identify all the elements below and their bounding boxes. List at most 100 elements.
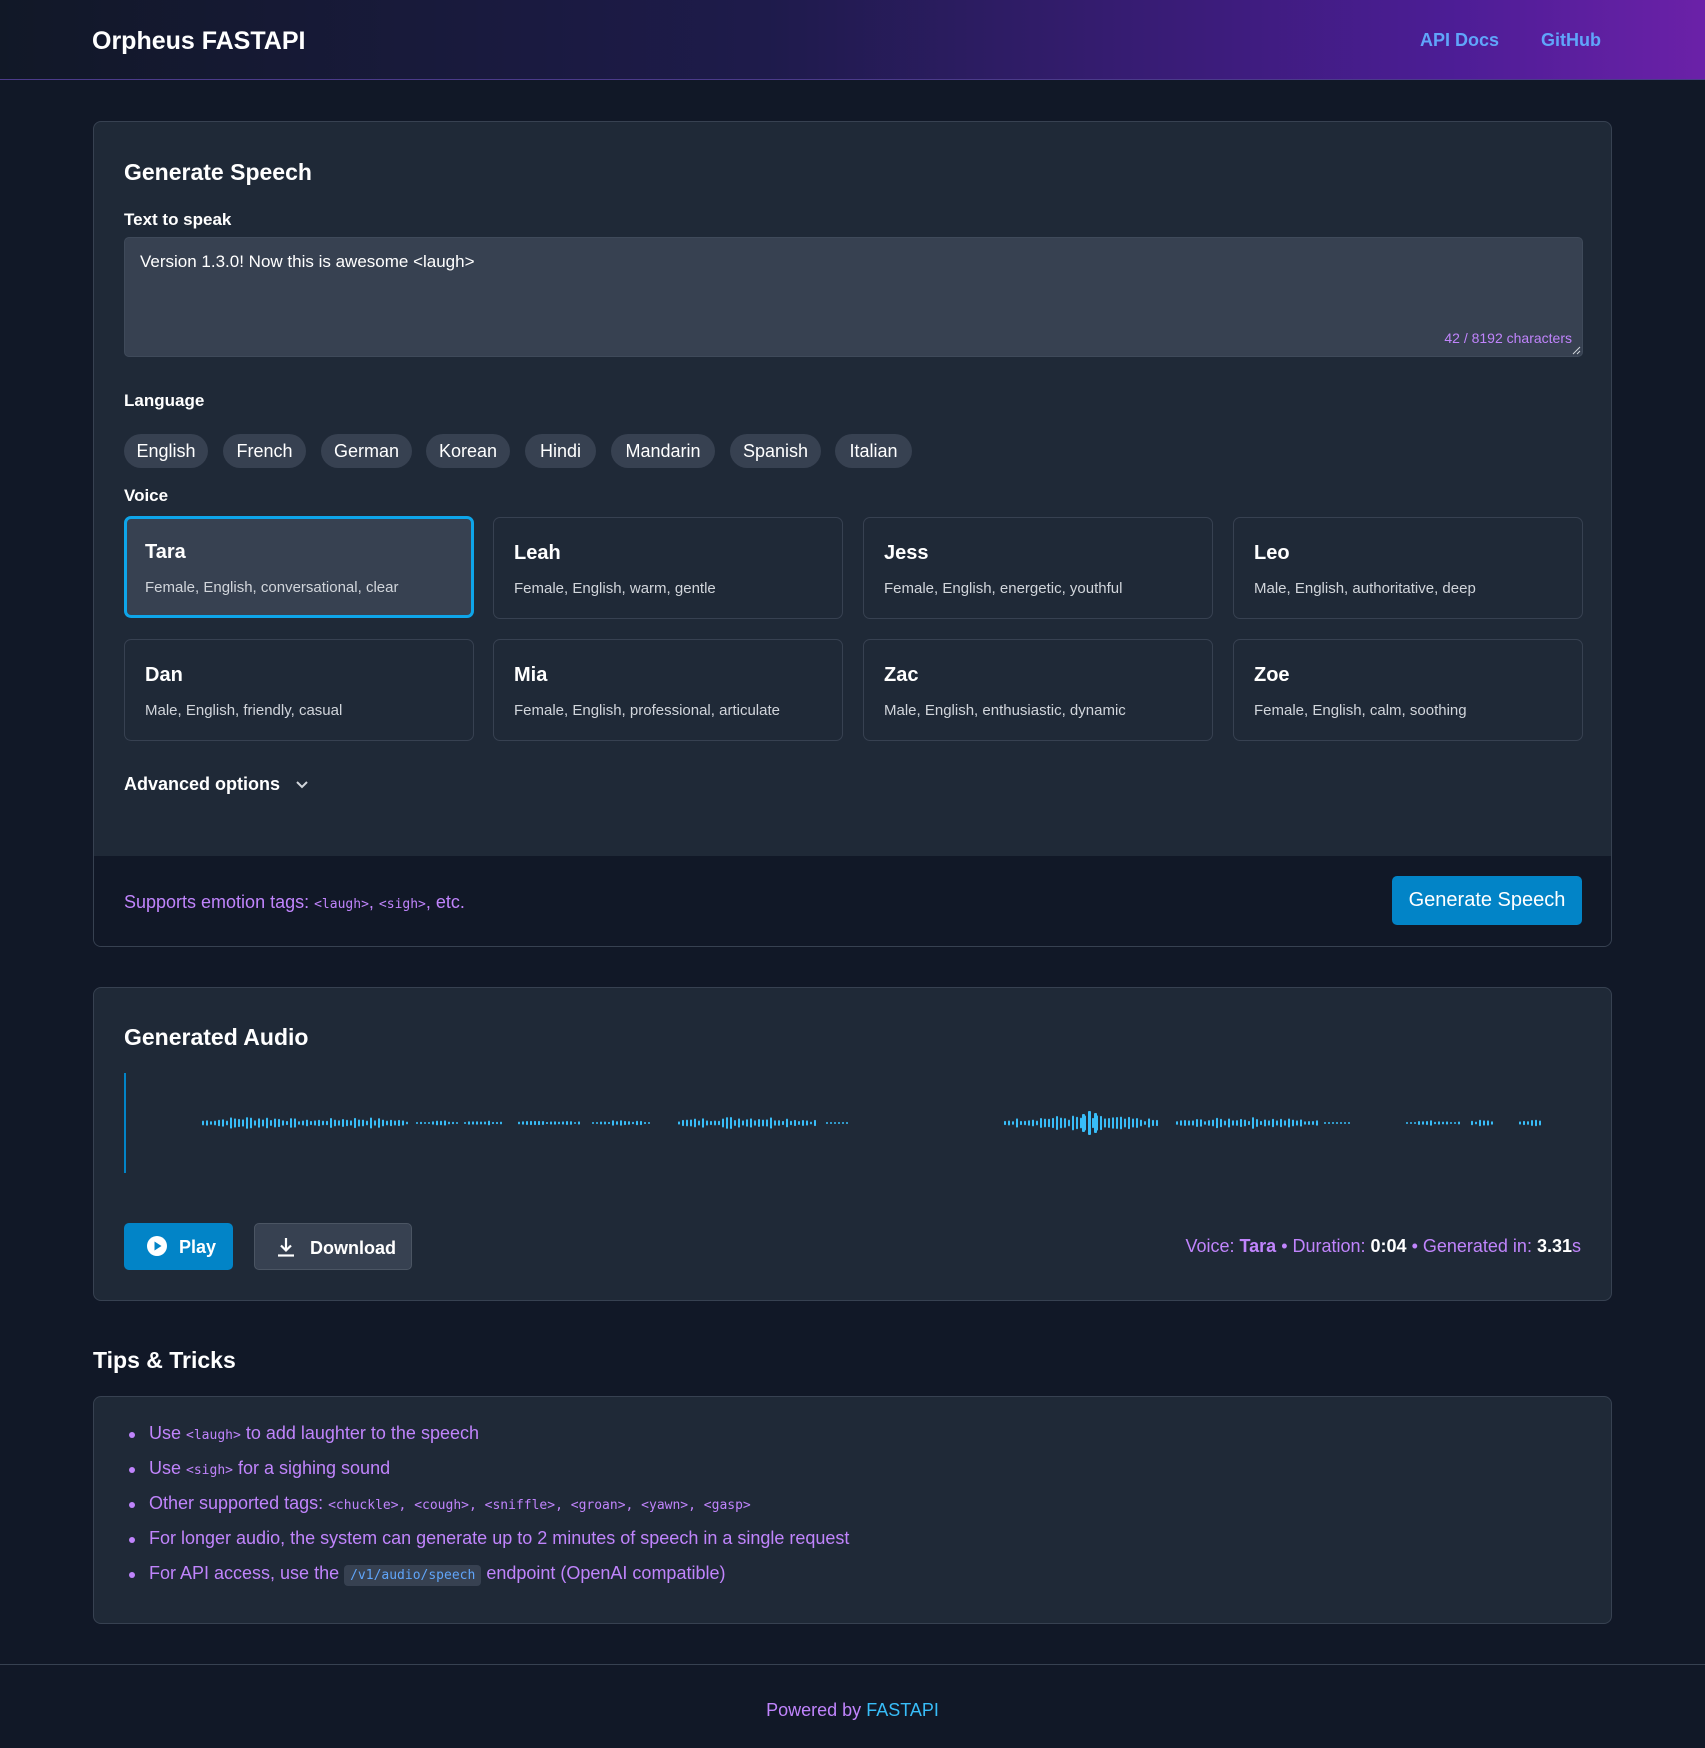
voice-label: Voice [124, 486, 169, 505]
waveform-bar [302, 1120, 304, 1126]
resize-handle-icon[interactable] [1571, 345, 1581, 355]
waveform-bar [1284, 1120, 1286, 1126]
voice-name: Leah [514, 542, 561, 564]
waveform-bar [218, 1119, 220, 1127]
language-option-hindi[interactable]: Hindi [525, 434, 596, 468]
waveform-bar [1100, 1115, 1102, 1131]
waveform-bar [1252, 1117, 1254, 1129]
language-option-german[interactable]: German [321, 434, 412, 468]
generated-audio-card: Generated Audio Play Download Voice: Tar… [93, 987, 1612, 1301]
waveform-bar [722, 1118, 724, 1128]
waveform-bar [538, 1120, 540, 1126]
waveform-bar [682, 1119, 684, 1127]
waveform-bar [694, 1118, 696, 1128]
advanced-options-toggle[interactable]: Advanced options [124, 774, 309, 795]
waveform-bar [310, 1120, 312, 1126]
audio-metadata: Voice: Tara • Duration: 0:04 • Generated… [1185, 1236, 1581, 1257]
voice-card-zoe[interactable]: Zoe Female, English, calm, soothing [1233, 639, 1583, 741]
footer-fastapi-link[interactable]: FASTAPI [866, 1700, 939, 1720]
voice-card-jess[interactable]: Jess Female, English, energetic, youthfu… [863, 517, 1213, 619]
waveform-bar [1531, 1119, 1533, 1127]
waveform-bar [742, 1120, 744, 1126]
waveform-bar [1120, 1116, 1122, 1130]
waveform-bar [1060, 1117, 1062, 1129]
waveform-bar [1024, 1120, 1026, 1126]
waveform-bar [578, 1121, 580, 1125]
language-option-italian[interactable]: Italian [835, 434, 912, 468]
waveform-bar [636, 1120, 638, 1126]
waveform-bar [1539, 1120, 1541, 1126]
language-option-spanish[interactable]: Spanish [730, 434, 821, 468]
waveform-bar [566, 1120, 568, 1126]
voice-name: Zac [884, 664, 919, 686]
download-label: Download [310, 1238, 396, 1258]
language-option-korean[interactable]: Korean [426, 434, 510, 468]
waveform-bar [1076, 1116, 1078, 1130]
waveform-bar [718, 1120, 720, 1126]
waveform-bar [338, 1120, 340, 1126]
waveform-bar [830, 1122, 832, 1124]
waveform-bar [1458, 1121, 1460, 1125]
voice-card-dan[interactable]: Dan Male, English, friendly, casual [124, 639, 474, 741]
tip-item: Use <laugh> to add laughter to the speec… [129, 1423, 849, 1458]
waveform-bar [1414, 1122, 1416, 1124]
waveform-bar [798, 1120, 800, 1126]
language-option-french[interactable]: French [223, 434, 306, 468]
waveform-bar [554, 1121, 556, 1125]
generate-speech-button[interactable]: Generate Speech [1392, 876, 1582, 925]
waveform-bar [782, 1120, 784, 1126]
audio-waveform[interactable] [124, 1073, 1583, 1173]
waveform-bar [608, 1121, 610, 1125]
generate-speech-title: Generate Speech [124, 159, 312, 185]
waveform-bar [318, 1119, 320, 1127]
waveform-bar [370, 1117, 372, 1129]
waveform-bar [1056, 1115, 1058, 1131]
character-count: 42 / 8192 characters [1444, 330, 1572, 346]
waveform-bar [366, 1120, 368, 1126]
meta-voice-value: Tara [1239, 1236, 1277, 1256]
waveform-bar [1088, 1111, 1091, 1135]
meta-voice-label: Voice: [1185, 1236, 1240, 1256]
waveform-bar [542, 1120, 544, 1126]
waveform-bar [1112, 1117, 1114, 1129]
waveform-bar [1519, 1121, 1521, 1125]
waveform-bar [206, 1120, 208, 1126]
waveform-bar [686, 1119, 688, 1127]
waveform-bar [322, 1120, 324, 1126]
waveform-bar [476, 1121, 478, 1125]
text-to-speak-input[interactable]: Version 1.3.0! Now this is awesome <laug… [124, 237, 1583, 357]
waveform-bar [1184, 1119, 1186, 1127]
waveform-bar [1104, 1118, 1106, 1128]
hint-tag-laugh: <laugh> [314, 897, 369, 912]
waveform-bar [1020, 1120, 1022, 1126]
waveform-bar [428, 1121, 430, 1125]
waveform-bar [242, 1119, 244, 1127]
waveform-bar [1276, 1120, 1278, 1126]
waveform-bar [562, 1121, 564, 1125]
waveform-bar [1471, 1120, 1473, 1126]
waveform-bar [358, 1119, 360, 1127]
voice-card-mia[interactable]: Mia Female, English, professional, artic… [493, 639, 843, 741]
tip-item: For API access, use the /v1/audio/speech… [129, 1563, 849, 1598]
waveform-bar [398, 1119, 400, 1127]
nav-api-docs-link[interactable]: API Docs [1420, 30, 1499, 51]
waveform-bar [448, 1121, 450, 1125]
waveform-bar [710, 1120, 712, 1126]
nav-github-link[interactable]: GitHub [1541, 30, 1601, 51]
waveform-bar [1072, 1115, 1074, 1131]
voice-card-zac[interactable]: Zac Male, English, enthusiastic, dynamic [863, 639, 1213, 741]
language-option-english[interactable]: English [124, 434, 208, 468]
voice-card-leo[interactable]: Leo Male, English, authoritative, deep [1233, 517, 1583, 619]
emotion-tags-hint: Supports emotion tags: <laugh>, <sigh>, … [124, 892, 465, 913]
waveform-bar [1064, 1118, 1066, 1128]
language-option-mandarin[interactable]: Mandarin [611, 434, 715, 468]
waveform-bar [616, 1121, 618, 1125]
play-button[interactable]: Play [124, 1223, 233, 1270]
waveform-bar [1152, 1119, 1154, 1127]
download-button[interactable]: Download [254, 1223, 412, 1270]
voice-card-leah[interactable]: Leah Female, English, warm, gentle [493, 517, 843, 619]
voice-card-tara[interactable]: Tara Female, English, conversational, cl… [124, 516, 474, 618]
waveform-bar [794, 1119, 796, 1127]
waveform-bar [1344, 1122, 1346, 1124]
waveform-bar [1475, 1121, 1477, 1125]
